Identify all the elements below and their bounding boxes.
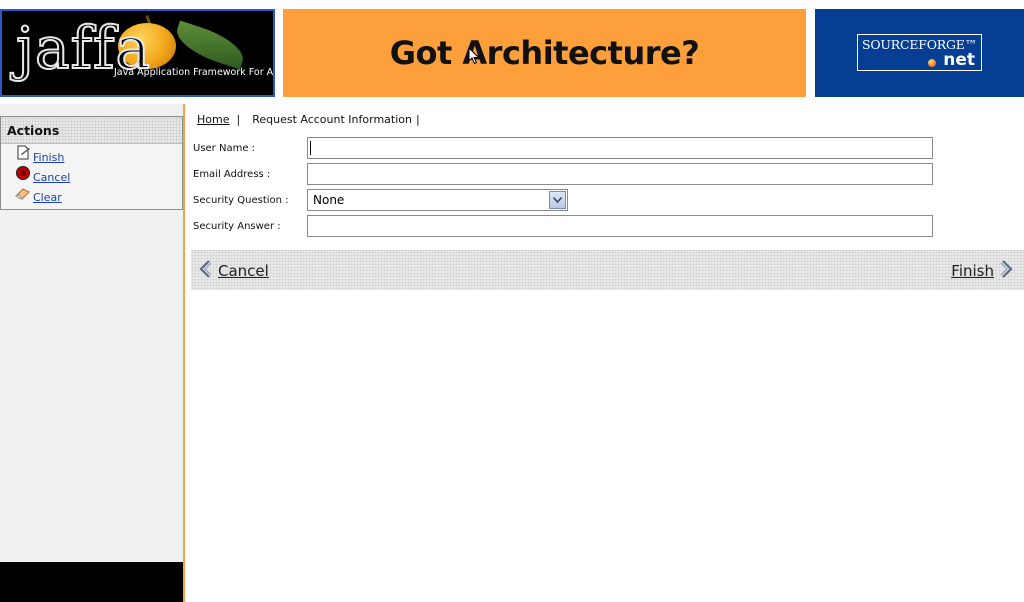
chevron-down-icon[interactable] [549, 191, 566, 209]
orange-leaf [171, 20, 249, 70]
finish-button[interactable]: Finish [951, 260, 1014, 282]
actions-box: Actions Finish Cancel Clear [0, 116, 183, 210]
left-footer-block [0, 562, 184, 602]
wizard-nav-bar: Cancel Finish [191, 250, 1024, 290]
user-name-label: User Name : [193, 143, 256, 154]
cancel-button[interactable]: Cancel [198, 260, 269, 282]
cancel-button-label: Cancel [218, 262, 269, 280]
sourceforge-net: net [943, 50, 975, 70]
breadcrumb-separator: | [236, 113, 241, 126]
user-name-input[interactable] [307, 137, 933, 159]
breadcrumb-home[interactable]: Home [197, 113, 229, 126]
finish-button-label: Finish [951, 262, 994, 280]
breadcrumb: Home | Request Account Information | [197, 113, 420, 126]
action-cancel-link[interactable]: Cancel [33, 171, 70, 184]
actions-title: Actions [1, 117, 182, 144]
security-answer-label: Security Answer : [193, 221, 281, 232]
action-cancel[interactable]: Cancel [1, 164, 182, 184]
text-caret [310, 141, 311, 155]
breadcrumb-current: Request Account Information [252, 113, 412, 126]
action-clear[interactable]: Clear [1, 184, 182, 204]
left-panel: Actions Finish Cancel Clear [0, 104, 184, 562]
chevron-right-icon [1000, 260, 1014, 282]
sourceforge-logo: SOURCEFORGE™ net [857, 34, 982, 71]
jaffa-tagline: Java Application Framework For All [114, 67, 275, 78]
sourceforge-banner[interactable]: SOURCEFORGE™ net [815, 9, 1024, 97]
finish-icon [15, 145, 31, 161]
action-clear-link[interactable]: Clear [33, 191, 62, 204]
email-input[interactable] [307, 163, 933, 185]
action-finish-link[interactable]: Finish [33, 151, 64, 164]
cancel-icon [15, 165, 31, 181]
action-finish[interactable]: Finish [1, 144, 182, 164]
banner-headline: Got Architecture? [389, 34, 700, 72]
panel-divider [183, 104, 185, 602]
got-architecture-banner[interactable]: Got Architecture? [283, 9, 806, 97]
security-answer-input[interactable] [307, 215, 933, 237]
security-question-select[interactable]: None [307, 189, 568, 211]
eraser-icon [14, 185, 31, 201]
security-question-label: Security Question : [193, 195, 289, 206]
email-label: Email Address : [193, 169, 271, 180]
sourceforge-dot-icon [928, 59, 936, 67]
jaffa-banner[interactable]: jaffa Java Application Framework For All [0, 9, 275, 97]
breadcrumb-separator: | [415, 113, 420, 126]
security-question-value: None [313, 193, 345, 207]
chevron-left-icon [198, 260, 212, 282]
